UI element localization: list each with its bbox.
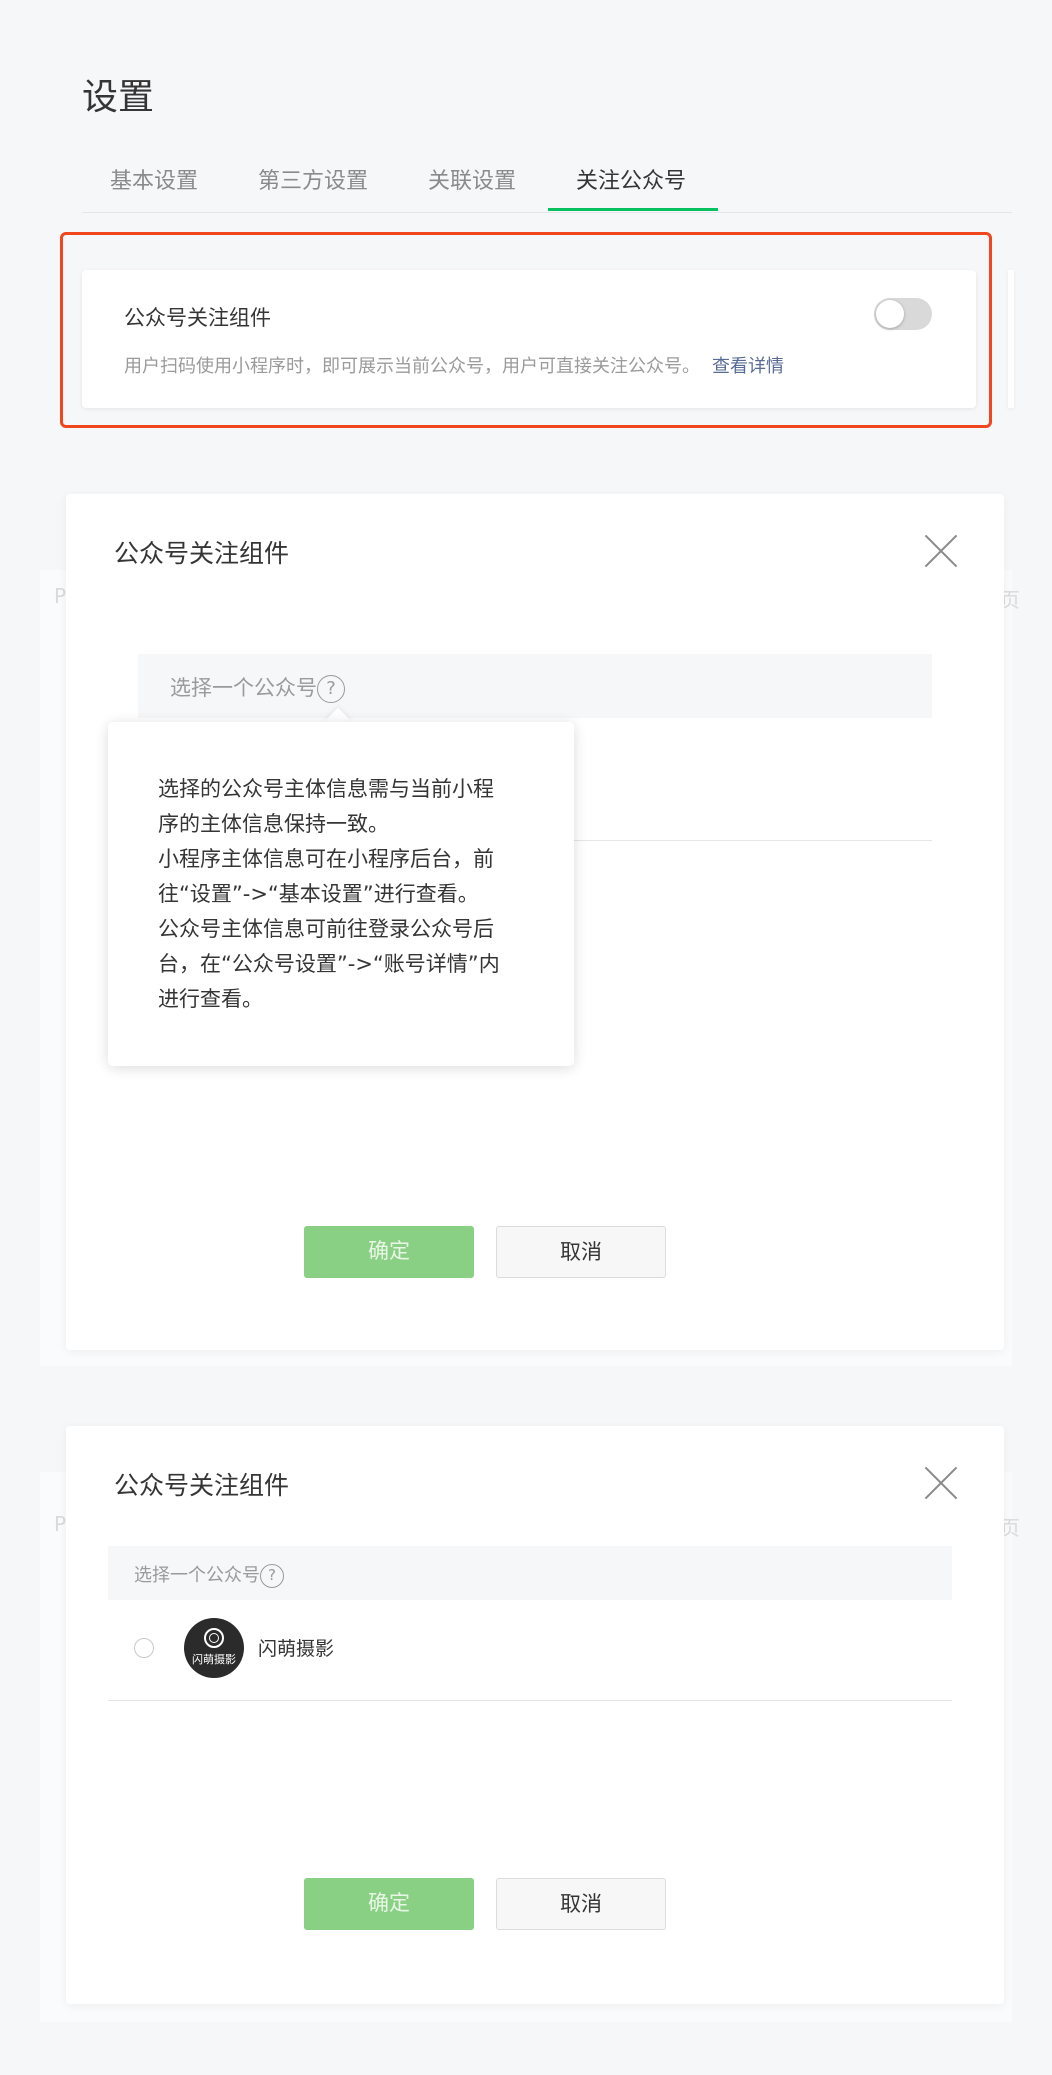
tooltip-line: 台，在“公众号设置”->“账号详情”内 (158, 952, 500, 976)
card-description: 用户扫码使用小程序时，即可展示当前公众号，用户可直接关注公众号。 (124, 356, 700, 377)
select-account-label-row: 选择一个公众号? (170, 672, 345, 703)
tab-association-settings[interactable]: 关联设置 (428, 160, 516, 212)
avatar-logo-text: 闪萌摄影 (192, 1653, 236, 1666)
close-icon[interactable] (924, 534, 958, 568)
tooltip-line: 序的主体信息保持一致。 (158, 812, 389, 836)
dialog-title: 公众号关注组件 (114, 539, 290, 568)
select-account-label: 选择一个公众号 (134, 1565, 260, 1586)
account-list-item[interactable]: 闪萌摄影 闪萌摄影 (108, 1608, 952, 1688)
dialog-title: 公众号关注组件 (114, 1471, 290, 1500)
card-description-row: 用户扫码使用小程序时，即可展示当前公众号，用户可直接关注公众号。 查看详情 (124, 352, 784, 378)
cancel-button[interactable]: 取消 (496, 1226, 666, 1278)
select-account-label: 选择一个公众号 (170, 676, 317, 700)
tooltip-text: 选择的公众号主体信息需与当前小程 序的主体信息保持一致。 小程序主体信息可在小程… (158, 772, 538, 1017)
tooltip-line: 公众号主体信息可前往登录公众号后 (158, 917, 494, 941)
tooltip-line: 进行查看。 (158, 987, 263, 1011)
adjacent-card-edge (1008, 270, 1014, 408)
settings-tabs: 基本设置 第三方设置 关联设置 关注公众号 (82, 160, 1012, 213)
help-tooltip: 选择的公众号主体信息需与当前小程 序的主体信息保持一致。 小程序主体信息可在小程… (108, 722, 574, 1066)
tooltip-line: 往“设置”->“基本设置”进行查看。 (158, 882, 479, 906)
help-icon[interactable]: ? (317, 675, 345, 703)
camera-lens-icon (209, 1633, 219, 1643)
select-account-header: 选择一个公众号? (138, 654, 932, 718)
help-icon[interactable]: ? (260, 1564, 284, 1588)
tooltip-line: 小程序主体信息可在小程序后台，前 (158, 847, 494, 871)
confirm-button[interactable]: 确定 (304, 1226, 474, 1278)
toggle-knob (876, 300, 904, 328)
follow-component-dialog-list: 公众号关注组件 选择一个公众号? 闪萌摄影 闪萌摄影 确定 取消 (66, 1426, 1004, 2004)
account-radio[interactable] (134, 1638, 154, 1658)
cancel-button[interactable]: 取消 (496, 1878, 666, 1930)
tab-basic-settings[interactable]: 基本设置 (110, 160, 198, 212)
tooltip-line: 选择的公众号主体信息需与当前小程 (158, 777, 494, 801)
view-details-link[interactable]: 查看详情 (712, 356, 784, 377)
select-account-label-row: 选择一个公众号? (134, 1561, 284, 1588)
card-title: 公众号关注组件 (124, 306, 271, 330)
list-divider (108, 1700, 952, 1701)
tab-follow-official-account[interactable]: 关注公众号 (576, 160, 686, 212)
follow-component-card: 公众号关注组件 用户扫码使用小程序时，即可展示当前公众号，用户可直接关注公众号。… (82, 270, 976, 408)
account-name: 闪萌摄影 (258, 1638, 335, 1660)
backdrop-text-left: P (54, 1512, 67, 1536)
select-account-header: 选择一个公众号? (108, 1546, 952, 1600)
confirm-button[interactable]: 确定 (304, 1878, 474, 1930)
tab-third-party-settings[interactable]: 第三方设置 (258, 160, 368, 212)
close-icon[interactable] (924, 1466, 958, 1500)
follow-component-toggle[interactable] (874, 298, 932, 330)
backdrop-text-left: P (54, 584, 67, 608)
account-avatar: 闪萌摄影 (184, 1618, 244, 1678)
active-tab-indicator (548, 208, 718, 211)
page-title: 设置 (82, 77, 155, 118)
